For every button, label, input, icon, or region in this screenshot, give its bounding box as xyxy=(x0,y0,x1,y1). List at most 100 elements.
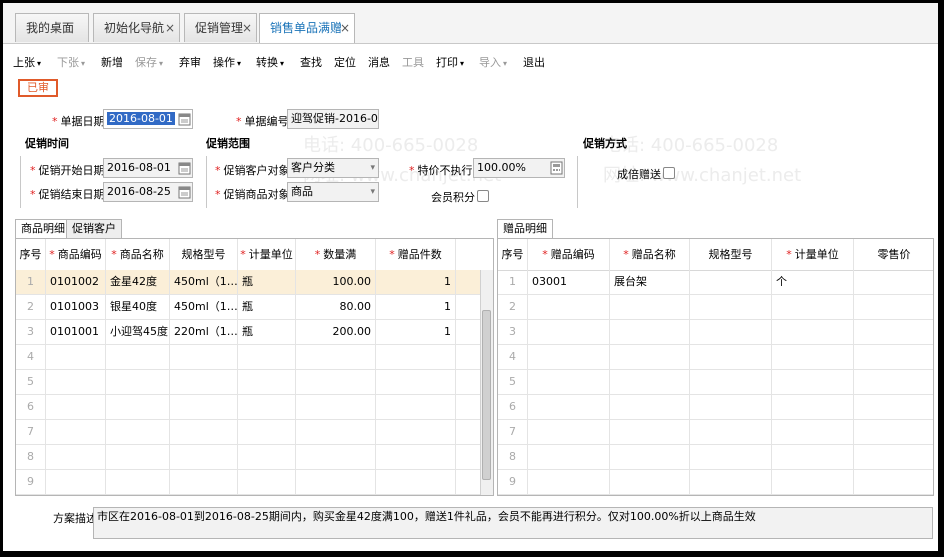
table-cell[interactable] xyxy=(296,445,376,470)
table-cell[interactable] xyxy=(238,445,296,470)
table-cell[interactable] xyxy=(528,345,610,370)
table-cell[interactable] xyxy=(610,445,690,470)
table-cell[interactable] xyxy=(238,395,296,420)
close-icon[interactable]: × xyxy=(242,14,252,42)
table-row-empty[interactable]: 5 xyxy=(16,370,493,395)
table-row-empty[interactable]: 7 xyxy=(16,420,493,445)
table-cell[interactable] xyxy=(854,395,933,420)
table-cell[interactable]: 个 xyxy=(772,270,854,295)
table-cell[interactable] xyxy=(772,320,854,345)
table-cell[interactable] xyxy=(296,345,376,370)
column-header[interactable]: * 计量单位 xyxy=(772,239,854,270)
table-cell[interactable] xyxy=(690,395,772,420)
table-cell[interactable] xyxy=(376,420,456,445)
table-cell[interactable] xyxy=(46,395,106,420)
table-cell[interactable] xyxy=(46,470,106,495)
table-cell[interactable]: 220ml（1… xyxy=(170,320,238,345)
column-header[interactable]: 序号 xyxy=(16,239,46,270)
exit-button[interactable]: 退出 xyxy=(523,54,545,70)
table-cell[interactable] xyxy=(690,345,772,370)
table-cell[interactable]: 0101001 xyxy=(46,320,106,345)
table-cell[interactable] xyxy=(772,295,854,320)
table-cell[interactable]: 1 xyxy=(376,270,456,295)
table-row-empty[interactable]: 8 xyxy=(498,445,933,470)
table-cell[interactable] xyxy=(106,395,170,420)
save-button[interactable]: 保存 ▾ xyxy=(135,54,163,70)
table-cell[interactable]: 0101003 xyxy=(46,295,106,320)
table-cell[interactable]: 450ml（1… xyxy=(170,270,238,295)
table-cell[interactable]: 瓶 xyxy=(238,295,296,320)
table-row-empty[interactable]: 3 xyxy=(498,320,933,345)
table-cell[interactable]: 80.00 xyxy=(296,295,376,320)
table-cell[interactable] xyxy=(854,320,933,345)
close-icon[interactable]: × xyxy=(340,14,350,42)
table-cell[interactable] xyxy=(528,370,610,395)
table-cell[interactable] xyxy=(528,420,610,445)
table-cell[interactable] xyxy=(46,445,106,470)
table-row-empty[interactable]: 4 xyxy=(16,345,493,370)
table-cell[interactable] xyxy=(296,470,376,495)
table-cell[interactable] xyxy=(170,345,238,370)
table-cell[interactable] xyxy=(690,470,772,495)
table-cell[interactable]: 200.00 xyxy=(296,320,376,345)
table-cell[interactable]: 9 xyxy=(498,470,528,495)
table-cell[interactable] xyxy=(238,470,296,495)
table-cell[interactable] xyxy=(610,370,690,395)
doc-no-field[interactable]: 迎驾促销-2016-0… xyxy=(287,109,379,129)
table-cell[interactable] xyxy=(854,370,933,395)
table-cell[interactable] xyxy=(170,420,238,445)
table-cell[interactable] xyxy=(772,345,854,370)
end-date-field[interactable]: 2016-08-25 xyxy=(103,182,193,202)
tab-init-nav[interactable]: 初始化导航 × xyxy=(93,13,180,42)
table-cell[interactable] xyxy=(46,370,106,395)
table-cell[interactable]: 1 xyxy=(376,320,456,345)
table-cell[interactable]: 银星40度 xyxy=(106,295,170,320)
table-cell[interactable] xyxy=(690,420,772,445)
table-cell[interactable] xyxy=(170,395,238,420)
locate-button[interactable]: 定位 xyxy=(334,54,356,70)
table-cell[interactable] xyxy=(854,295,933,320)
column-header[interactable]: * 赠品名称 xyxy=(610,239,690,270)
table-cell[interactable] xyxy=(376,445,456,470)
table-cell[interactable]: 9 xyxy=(16,470,46,495)
table-cell[interactable] xyxy=(528,295,610,320)
table-cell[interactable]: 展台架 xyxy=(610,270,690,295)
column-header[interactable]: 规格型号 xyxy=(690,239,772,270)
table-cell[interactable] xyxy=(690,320,772,345)
table-cell[interactable]: 瓶 xyxy=(238,270,296,295)
table-cell[interactable] xyxy=(170,470,238,495)
calendar-icon[interactable] xyxy=(178,185,191,199)
tab-promo-mgmt[interactable]: 促销管理 × xyxy=(184,13,257,42)
table-cell[interactable]: 1 xyxy=(376,295,456,320)
table-cell[interactable] xyxy=(528,320,610,345)
table-cell[interactable]: 3 xyxy=(498,320,528,345)
description-field[interactable]: 市区在2016-08-01到2016-08-25期间内，购买金星42度满100，… xyxy=(93,507,933,539)
table-cell[interactable] xyxy=(772,420,854,445)
table-cell[interactable] xyxy=(106,345,170,370)
table-cell[interactable]: 0101002 xyxy=(46,270,106,295)
table-row-empty[interactable]: 8 xyxy=(16,445,493,470)
table-cell[interactable] xyxy=(296,370,376,395)
table-cell[interactable] xyxy=(376,395,456,420)
table-row[interactable]: 1 03001 展台架 个 xyxy=(498,270,933,295)
table-cell[interactable]: 金星42度 xyxy=(106,270,170,295)
unapprove-button[interactable]: 弃审 xyxy=(179,54,201,70)
table-cell[interactable] xyxy=(772,370,854,395)
table-cell[interactable] xyxy=(376,345,456,370)
column-header[interactable]: * 赠品件数 xyxy=(376,239,456,270)
table-cell[interactable]: 450ml（1… xyxy=(170,295,238,320)
prev-button[interactable]: 上张 ▾ xyxy=(13,54,41,70)
table-cell[interactable] xyxy=(690,270,772,295)
table-cell[interactable] xyxy=(170,370,238,395)
column-header[interactable]: * 商品编码 xyxy=(46,239,106,270)
table-row-empty[interactable]: 6 xyxy=(498,395,933,420)
table-cell[interactable] xyxy=(610,470,690,495)
table-cell[interactable]: 2 xyxy=(498,295,528,320)
table-cell[interactable]: 03001 xyxy=(528,270,610,295)
tab-gift-detail[interactable]: 赠品明细 xyxy=(497,219,553,238)
table-cell[interactable] xyxy=(170,445,238,470)
table-cell[interactable] xyxy=(772,470,854,495)
start-date-field[interactable]: 2016-08-01 xyxy=(103,158,193,178)
table-row-empty[interactable]: 4 xyxy=(498,345,933,370)
scrollbar[interactable] xyxy=(480,270,493,495)
